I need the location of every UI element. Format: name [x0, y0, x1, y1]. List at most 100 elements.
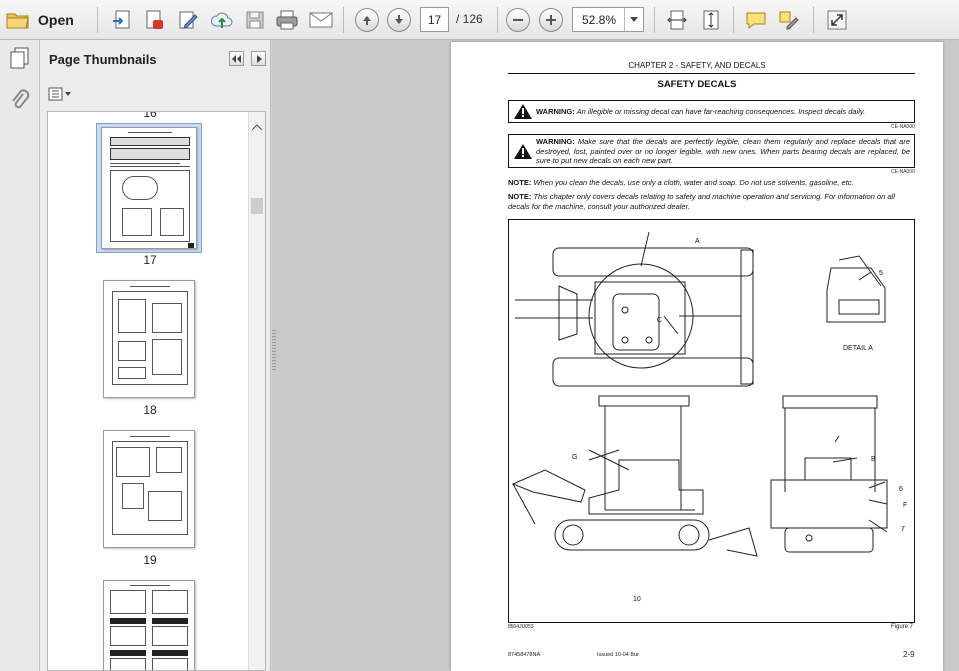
expand-icon — [826, 9, 848, 31]
expand-panel-button[interactable] — [251, 51, 266, 66]
toolbar-separator — [497, 7, 498, 33]
section-heading: SAFETY DECALS — [657, 79, 737, 90]
double-chevron-left-icon — [231, 50, 242, 68]
thumbnail-page[interactable] — [103, 430, 195, 548]
thumbnail-scrollbar[interactable] — [248, 112, 265, 670]
document-number: 87458478NA — [508, 652, 541, 658]
export-icon — [111, 9, 133, 31]
zoom-in-icon — [539, 8, 563, 32]
toolbar: Open / 126 — [0, 0, 959, 40]
warning-text: Make sure that the decals are perfectly … — [536, 137, 910, 165]
fit-width-icon — [667, 9, 687, 31]
thumbnail-list[interactable]: 16 17 18 19 — [47, 111, 266, 671]
toolbar-separator — [654, 7, 655, 33]
navigation-rail — [0, 40, 40, 671]
create-pdf-button[interactable] — [141, 7, 167, 33]
panel-title: Page Thumbnails — [49, 52, 157, 67]
panel-splitter[interactable] — [272, 330, 276, 370]
warning-label: WARNING: — [536, 137, 575, 146]
open-label: Open — [38, 12, 74, 28]
page-number: 2-9 — [903, 650, 915, 659]
zoom-out-icon — [506, 8, 530, 32]
highlight-icon — [778, 9, 800, 31]
page-thumbnails-tab[interactable] — [6, 46, 34, 74]
figure-callout: 5 — [879, 270, 883, 277]
warning-icon — [513, 143, 533, 165]
decal-code: CE-NA000 — [891, 169, 915, 175]
chevron-down-icon[interactable] — [624, 8, 643, 31]
figure-callout: DETAIL A — [843, 345, 873, 352]
warning-text: An illegible or missing decal can have f… — [576, 107, 866, 116]
scrollbar-thumb[interactable] — [251, 198, 263, 214]
email-button[interactable] — [307, 7, 335, 33]
page-total: / 126 — [456, 12, 483, 26]
thumbnail-page[interactable] — [103, 580, 195, 670]
email-icon — [309, 11, 333, 29]
warning-icon — [513, 103, 533, 125]
figure-code: 8504JU053 — [508, 624, 534, 630]
header-rule — [508, 73, 915, 74]
figure-caption: Figure 7 — [891, 624, 914, 630]
note-paragraph: NOTE: This chapter only covers decals re… — [508, 192, 915, 211]
collapse-panel-button[interactable] — [229, 51, 244, 66]
next-page-button[interactable] — [386, 7, 412, 33]
print-icon — [275, 9, 299, 31]
figure-callout: 7 — [901, 526, 905, 533]
folder-icon — [6, 10, 30, 30]
create-pdf-icon — [143, 9, 165, 31]
zoom-out-button[interactable] — [505, 7, 531, 33]
chevron-right-icon — [256, 50, 262, 68]
toolbar-separator — [733, 7, 734, 33]
save-button[interactable] — [243, 7, 267, 33]
thumbnail-page[interactable] — [101, 127, 197, 249]
attachments-tab[interactable] — [6, 88, 34, 116]
upload-button[interactable] — [208, 7, 236, 33]
fit-page-button[interactable] — [698, 7, 724, 33]
figure-callout: B — [871, 456, 876, 463]
fit-width-button[interactable] — [664, 7, 690, 33]
document-page: CHAPTER 2 - SAFETY, AND DECALS SAFETY DE… — [451, 42, 943, 671]
edit-icon — [177, 9, 199, 31]
print-button[interactable] — [273, 7, 301, 33]
warning-box: WARNING: Make sure that the decals are p… — [508, 134, 915, 168]
thumbnail-page[interactable] — [103, 280, 195, 398]
figure-callout: 10 — [633, 596, 641, 603]
figure-callout: F — [903, 502, 908, 509]
zoom-in-button[interactable] — [538, 7, 564, 33]
warning-box: WARNING: An illegible or missing decal c… — [508, 100, 915, 123]
note-text: This chapter only covers decals relating… — [508, 192, 895, 211]
expand-button[interactable] — [824, 7, 850, 33]
page-number-input[interactable] — [420, 7, 449, 32]
save-icon — [245, 10, 265, 30]
thumbnail-label: 17 — [143, 253, 157, 267]
pages-icon — [9, 46, 31, 75]
note-text: When you clean the decals, use only a cl… — [533, 178, 854, 187]
toolbar-separator — [97, 7, 98, 33]
comment-icon — [745, 10, 767, 30]
highlight-button[interactable] — [776, 7, 802, 33]
comment-button[interactable] — [743, 7, 769, 33]
toolbar-separator — [813, 7, 814, 33]
open-button[interactable]: Open — [6, 7, 82, 33]
zoom-input[interactable] — [573, 8, 625, 31]
export-button[interactable] — [109, 7, 135, 33]
thumbnail-label: 16 — [143, 111, 157, 120]
decal-location-figure: A C 5 DETAIL A G B 6 F 7 10 — [508, 219, 915, 623]
issue-info: Issued 10-04 Bur — [597, 652, 639, 658]
note-label: NOTE: — [508, 192, 532, 201]
note-label: NOTE: — [508, 178, 532, 187]
chapter-header: CHAPTER 2 - SAFETY, AND DECALS — [628, 61, 766, 70]
thumbnails-panel: Page Thumbnails 16 17 18 19 — [40, 40, 271, 671]
scroll-up-icon[interactable] — [251, 117, 263, 135]
fit-page-icon — [701, 9, 721, 31]
thumbnail-label: 19 — [143, 553, 157, 567]
excavator-drawing — [511, 231, 888, 557]
zoom-select[interactable] — [572, 7, 644, 32]
upload-icon — [210, 9, 234, 31]
thumbnail-options-button[interactable] — [48, 87, 72, 104]
figure-callout: G — [572, 454, 578, 461]
paperclip-icon — [10, 88, 30, 117]
edit-button[interactable] — [175, 7, 201, 33]
prev-page-icon — [355, 8, 379, 32]
previous-page-button[interactable] — [354, 7, 380, 33]
